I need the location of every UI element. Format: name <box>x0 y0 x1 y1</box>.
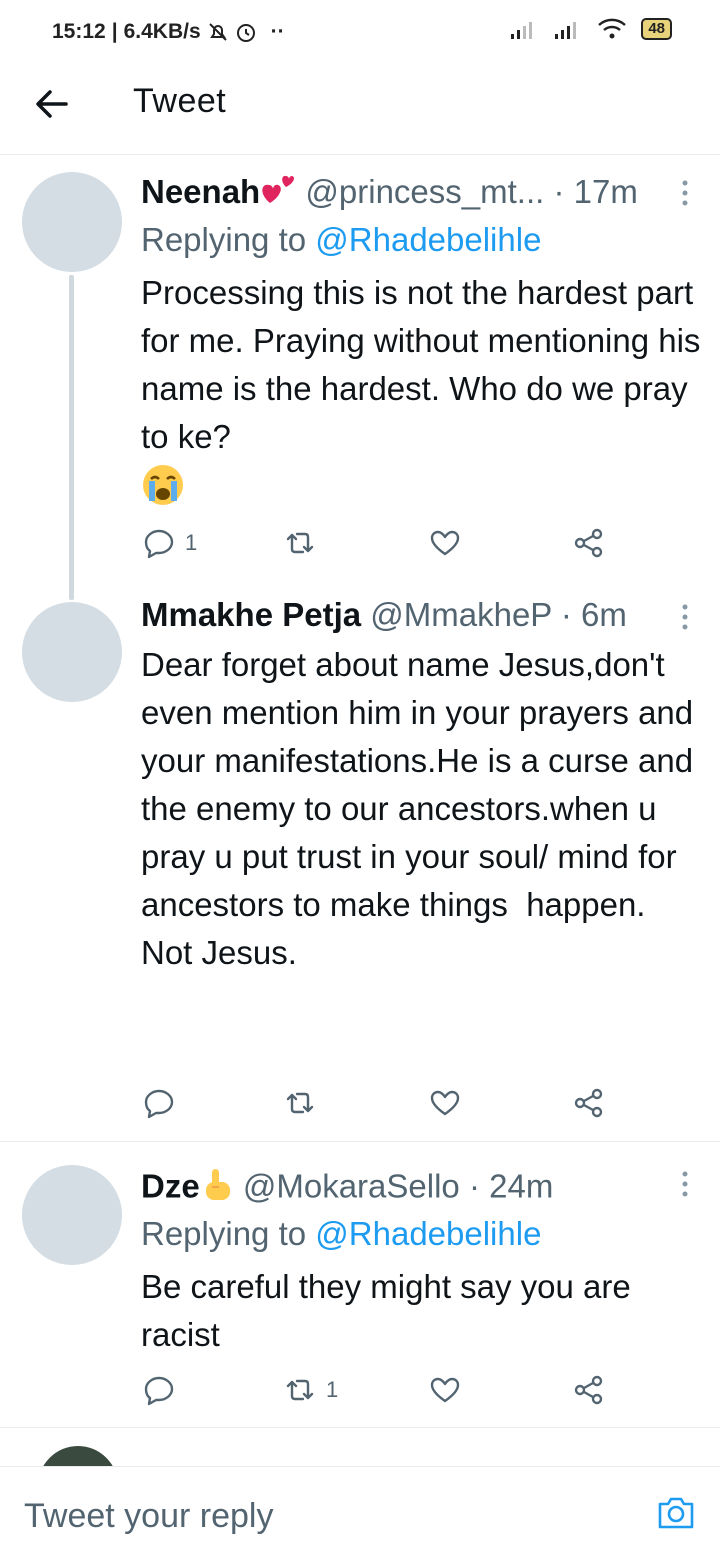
replying-label: Replying to <box>141 221 307 258</box>
crying-emoji-icon <box>141 463 185 512</box>
tweet-actions: 1 <box>141 1374 641 1414</box>
avatar[interactable] <box>22 1165 122 1265</box>
mention-link[interactable]: @Rhadebelihle <box>315 221 541 258</box>
divider <box>0 1141 720 1142</box>
reply-button[interactable]: 1 <box>143 527 197 559</box>
share-icon <box>574 528 603 558</box>
author-handle[interactable]: @princess_mt... <box>305 173 544 210</box>
tweet-time: · 6m <box>560 596 627 633</box>
retweet-icon <box>286 1092 314 1114</box>
tweet-header: Neenah @princess_mt... · 17m <box>141 173 660 215</box>
mention-link[interactable]: @Rhadebelihle <box>315 1215 541 1252</box>
battery-indicator: 48 <box>641 18 672 40</box>
share-button[interactable] <box>573 1374 605 1406</box>
share-button[interactable] <box>573 1087 605 1119</box>
tweet-item[interactable]: Dze @MokaraSello · 24m Replying to @Rhad… <box>0 1143 720 1428</box>
status-bar: 15:12 | 6.4KB/s ·· 48 <box>0 0 720 66</box>
tweet-text: Be careful they might say you are racist <box>141 1263 701 1359</box>
divider <box>0 1427 720 1428</box>
alarm-off-icon <box>208 23 227 41</box>
author-name[interactable]: Neenah <box>141 173 260 210</box>
share-icon <box>574 1375 603 1405</box>
retweet-icon <box>286 532 314 554</box>
status-right: 48 <box>509 18 672 40</box>
author-name[interactable]: Mmakhe Petja <box>141 596 361 633</box>
top-app-bar: Tweet <box>0 66 720 155</box>
replying-label: Replying to <box>141 1215 307 1252</box>
signal-2-icon <box>555 22 577 39</box>
pointing-up-emoji-icon <box>200 1167 234 1211</box>
retweet-count: 1 <box>326 1377 339 1402</box>
reply-input[interactable] <box>22 1489 626 1543</box>
like-button[interactable] <box>429 527 471 559</box>
signal-1-icon <box>511 22 533 39</box>
reply-icon <box>144 529 174 559</box>
author-name[interactable]: Dze <box>141 1168 200 1205</box>
heart-icon <box>430 1377 460 1403</box>
reply-button[interactable] <box>143 1087 185 1119</box>
camera-icon[interactable] <box>656 1495 696 1531</box>
retweet-button[interactable] <box>284 1087 326 1119</box>
status-time: 15:12 <box>52 20 106 43</box>
share-icon <box>574 1088 603 1118</box>
tweet-header: Dze @MokaraSello · 24m <box>141 1167 660 1211</box>
next-tweet-peek[interactable] <box>0 1432 720 1466</box>
retweet-icon <box>286 1379 314 1401</box>
more-options-icon[interactable] <box>680 179 690 209</box>
like-button[interactable] <box>429 1087 471 1119</box>
tweet-actions: 1 <box>141 527 641 567</box>
network-speed: 6.4KB/s <box>123 20 201 43</box>
reply-icon <box>144 1089 174 1119</box>
tweet-text-content: Processing this is not the hardest part … <box>141 274 710 455</box>
wifi-icon <box>598 18 627 39</box>
replying-to: Replying to @Rhadebelihle <box>141 1215 541 1253</box>
status-left: 15:12 | 6.4KB/s ·· <box>52 20 285 44</box>
tweet-time: · 24m <box>468 1167 554 1205</box>
avatar[interactable] <box>22 602 122 702</box>
reply-icon <box>144 1376 174 1406</box>
tweet-text: Processing this is not the hardest part … <box>141 269 701 461</box>
tweet-text-content: Be careful they might say you are racist <box>141 1268 640 1353</box>
tweet-actions <box>141 1087 641 1127</box>
tweet-item[interactable]: Mmakhe Petja @MmakheP · 6m Dear forget a… <box>0 590 720 1142</box>
replying-to: Replying to @Rhadebelihle <box>141 221 541 259</box>
more-options-icon[interactable] <box>680 1170 690 1200</box>
avatar[interactable] <box>38 1446 118 1466</box>
tweet-time: · 17m <box>553 173 638 210</box>
tweet-text-content: Dear forget about name Jesus,don't even … <box>141 646 694 971</box>
tweet-item[interactable]: Neenah @princess_mt... · 17m Replying to… <box>0 155 720 600</box>
thread-connector <box>69 275 74 600</box>
back-arrow-icon[interactable] <box>34 86 70 122</box>
author-handle[interactable]: @MokaraSello <box>243 1168 460 1205</box>
avatar[interactable] <box>22 172 122 272</box>
reply-composer <box>0 1466 720 1561</box>
more-options-icon[interactable] <box>680 603 690 633</box>
author-handle[interactable]: @MmakheP <box>370 596 551 633</box>
share-button[interactable] <box>573 527 605 559</box>
tweet-text: Dear forget about name Jesus,don't even … <box>141 641 701 977</box>
heart-icon <box>430 530 460 556</box>
alarm-clock-icon <box>236 24 255 42</box>
page-title: Tweet <box>133 82 227 120</box>
heart-icon <box>430 1090 460 1116</box>
hearts-emoji-icon <box>260 173 296 215</box>
like-button[interactable] <box>429 1374 471 1406</box>
more-notifications-icon: ·· <box>270 20 285 43</box>
retweet-button[interactable] <box>284 527 326 559</box>
reply-count: 1 <box>185 530 198 555</box>
reply-button[interactable] <box>143 1374 185 1406</box>
retweet-button[interactable]: 1 <box>284 1374 338 1406</box>
tweet-header: Mmakhe Petja @MmakheP · 6m <box>141 596 660 634</box>
status-separator: | <box>111 20 118 43</box>
